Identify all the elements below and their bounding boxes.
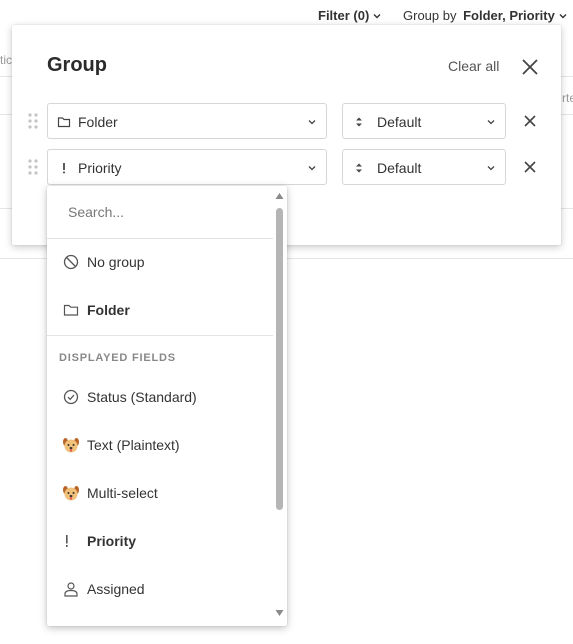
scrollbar-thumb[interactable] xyxy=(276,208,283,510)
group-field-select[interactable]: Priority xyxy=(47,149,327,185)
option-assigned[interactable]: Assigned xyxy=(47,569,273,609)
status-check-icon xyxy=(62,388,80,406)
priority-icon xyxy=(63,163,65,174)
chevron-down-icon xyxy=(559,13,567,18)
clear-all-button[interactable]: Clear all xyxy=(448,58,499,74)
group-row: Priority Default xyxy=(12,149,561,185)
sort-order-select[interactable]: Default xyxy=(342,103,506,139)
group-field-dropdown: No group Folder DISPLAYED FIELDS Status … xyxy=(47,186,287,626)
remove-row-icon[interactable] xyxy=(523,160,537,174)
folder-icon xyxy=(62,301,80,319)
close-icon[interactable] xyxy=(519,56,541,78)
option-folder[interactable]: Folder xyxy=(47,290,273,330)
group-row: Folder Default xyxy=(12,103,561,139)
drag-handle-icon[interactable] xyxy=(27,112,39,130)
option-label: No group xyxy=(87,254,145,270)
option-status[interactable]: Status (Standard) xyxy=(47,377,273,417)
option-priority[interactable]: Priority xyxy=(47,521,273,561)
search-input[interactable] xyxy=(47,186,273,238)
dog-emoji-icon xyxy=(62,436,80,454)
group-by-value: Folder, Priority xyxy=(463,8,555,23)
group-field-label: Folder xyxy=(78,114,118,130)
option-label: Priority xyxy=(87,533,137,549)
person-icon xyxy=(62,580,80,598)
option-text[interactable]: Text (Plaintext) xyxy=(47,425,273,465)
chevron-down-icon xyxy=(487,166,495,171)
group-by-prefix: Group by xyxy=(403,8,461,23)
chevron-down-icon xyxy=(308,166,316,171)
no-group-icon xyxy=(62,253,80,271)
priority-icon xyxy=(62,532,80,550)
sort-icon xyxy=(356,117,362,127)
background-text-fragment: tic xyxy=(0,53,12,67)
background-text-fragment: rte xyxy=(562,91,573,105)
option-label: Folder xyxy=(87,302,130,318)
option-label: Multi-select xyxy=(87,485,158,501)
option-label: Assigned xyxy=(87,581,145,597)
scroll-up-icon[interactable] xyxy=(275,192,284,200)
dog-emoji-icon xyxy=(62,484,80,502)
group-by-button[interactable]: Group by Folder, Priority xyxy=(403,8,568,23)
filter-label: Filter (0) xyxy=(318,8,370,23)
option-label: Text (Plaintext) xyxy=(87,437,180,453)
chevron-down-icon xyxy=(487,120,495,125)
option-no-group[interactable]: No group xyxy=(47,242,273,282)
remove-row-icon[interactable] xyxy=(523,114,537,128)
dropdown-divider xyxy=(47,335,273,336)
option-multi-select[interactable]: Multi-select xyxy=(47,473,273,513)
group-field-label: Priority xyxy=(78,160,122,176)
sort-order-label: Default xyxy=(377,114,422,130)
chevron-down-icon xyxy=(308,120,316,125)
sort-order-select[interactable]: Default xyxy=(342,149,506,185)
option-label: Status (Standard) xyxy=(87,389,197,405)
chevron-down-icon xyxy=(373,13,381,18)
scroll-down-icon[interactable] xyxy=(275,609,284,617)
sort-order-label: Default xyxy=(377,160,422,176)
sort-icon xyxy=(356,163,362,173)
folder-icon xyxy=(57,117,71,128)
drag-handle-icon[interactable] xyxy=(27,158,39,176)
group-field-select[interactable]: Folder xyxy=(47,103,327,139)
dropdown-divider xyxy=(47,238,273,239)
filter-button[interactable]: Filter (0) xyxy=(318,8,382,23)
section-label: DISPLAYED FIELDS xyxy=(59,352,176,364)
panel-title: Group xyxy=(47,54,107,76)
